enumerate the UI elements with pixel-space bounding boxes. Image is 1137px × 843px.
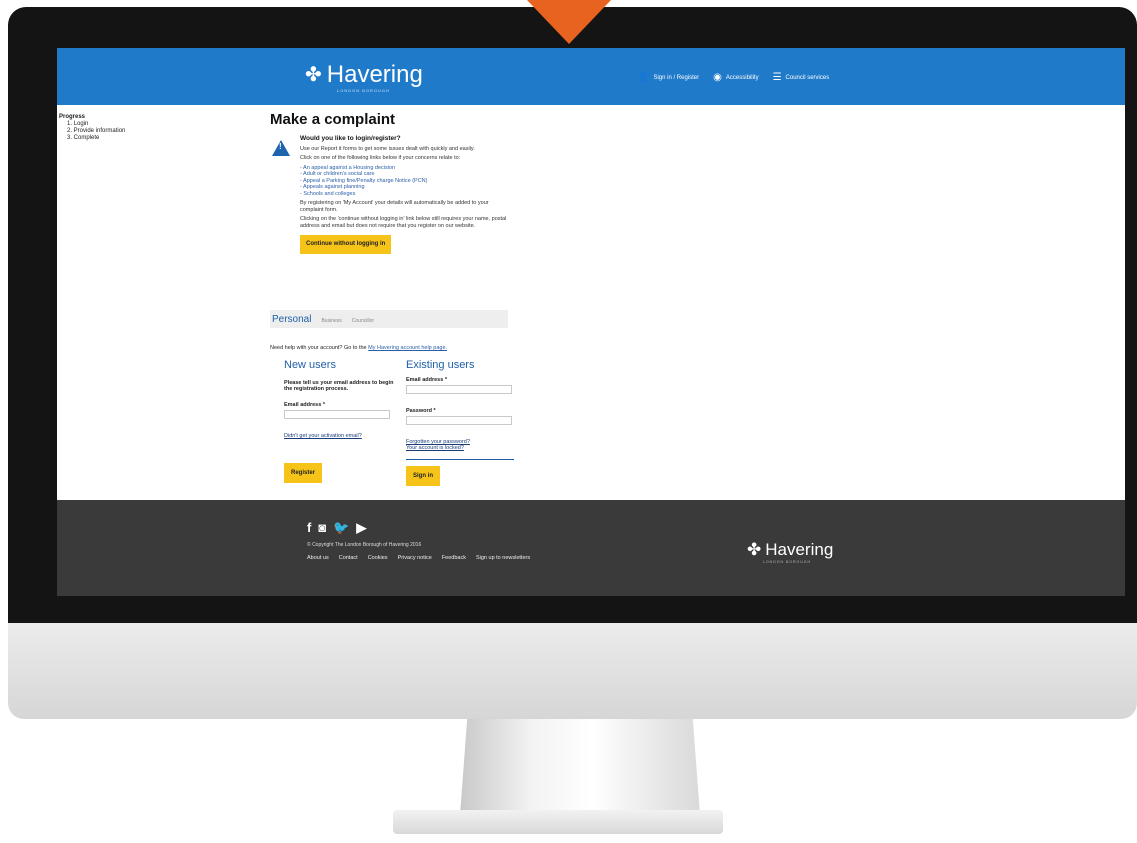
- concern-links: - An appeal against a Housing decision -…: [300, 165, 510, 198]
- account-locked-link[interactable]: Your account is locked?: [406, 445, 514, 451]
- user-icon: 👤: [637, 72, 650, 83]
- crest-icon: ✤: [747, 540, 762, 559]
- help-text: Need help with your account? Go to the: [270, 345, 367, 351]
- footer-logo[interactable]: ✤ Havering: [747, 540, 833, 560]
- activation-email-link[interactable]: Didn't get your activation email?: [284, 433, 394, 439]
- site-header: ✤ Havering LONDON BOROUGH 👤 Sign in / Re…: [57, 48, 1125, 105]
- accessibility-link[interactable]: ◉ Accessibility: [713, 72, 758, 83]
- concern-link[interactable]: - Schools and colleges: [300, 191, 510, 198]
- footer-link-contact[interactable]: Contact: [339, 555, 358, 561]
- nav-label: Accessibility: [725, 74, 759, 81]
- nav-label: Sign in / Register: [653, 74, 700, 81]
- register-email-field[interactable]: [284, 410, 390, 419]
- register-button-wrap: Register: [284, 463, 394, 483]
- email-label: Email address *: [406, 377, 447, 383]
- nav-label: Council services: [785, 74, 830, 81]
- progress-panel: Progress 1. Login 2. Provide information…: [59, 114, 125, 142]
- footer-logo-text: Havering: [765, 540, 834, 559]
- new-users-panel: New users Please tell us your email addr…: [284, 358, 394, 483]
- notice-text: By registering on 'My Account' your deta…: [300, 200, 489, 213]
- menu-icon: ☰: [772, 72, 782, 83]
- page-title: Make a complaint: [270, 111, 396, 128]
- divider: [406, 459, 514, 460]
- apple-logo-icon: [548, 643, 602, 697]
- main-content: Make a complaint ! Would you like to log…: [270, 110, 510, 254]
- crest-icon: ✤: [305, 64, 322, 86]
- login-notice: ! Would you like to login/register? Use …: [270, 135, 510, 254]
- notice-text: Use our Report it forms to get some issu…: [300, 145, 475, 152]
- footer-links: About us Contact Cookies Privacy notice …: [307, 555, 530, 561]
- notice-title: Would you like to login/register?: [300, 135, 401, 142]
- footer-link-feedback[interactable]: Feedback: [442, 555, 466, 561]
- social-icons: f ◙ 🐦 ▶: [307, 520, 366, 536]
- youtube-icon[interactable]: ▶: [356, 520, 366, 536]
- tab-personal[interactable]: Personal: [272, 312, 311, 328]
- email-label: Email address *: [284, 402, 325, 408]
- account-help-link[interactable]: My Havering account help page.: [368, 345, 447, 351]
- password-label: Password *: [406, 408, 436, 414]
- monitor-stand: [460, 719, 700, 815]
- progress-step: 3. Complete: [67, 135, 100, 141]
- password-field[interactable]: [406, 416, 512, 425]
- instagram-icon[interactable]: ◙: [318, 520, 326, 536]
- logo-text: Havering: [326, 61, 423, 88]
- notice-text: Clicking on the 'continue without loggin…: [300, 216, 507, 229]
- footer-link-cookies[interactable]: Cookies: [368, 555, 388, 561]
- new-users-heading: New users: [284, 359, 336, 371]
- footer-link-privacy[interactable]: Privacy notice: [398, 555, 432, 561]
- existing-users-heading: Existing users: [406, 359, 475, 371]
- progress-title: Progress: [59, 114, 86, 120]
- tab-business[interactable]: Business: [321, 314, 341, 328]
- signin-email-field[interactable]: [406, 385, 512, 394]
- signin-button-wrap: Sign in: [406, 466, 514, 486]
- top-pointer-arrow: [527, 0, 611, 44]
- signin-register-link[interactable]: 👤 Sign in / Register: [637, 72, 699, 83]
- header-nav: 👤 Sign in / Register ◉ Accessibility ☰ C…: [637, 72, 829, 83]
- council-services-menu[interactable]: ☰ Council services: [773, 72, 830, 83]
- progress-step: 2. Provide information: [67, 128, 126, 134]
- havering-logo[interactable]: ✤ Havering: [305, 62, 423, 88]
- existing-users-panel: Existing users Email address * Password …: [406, 358, 514, 486]
- twitter-icon[interactable]: 🐦: [333, 520, 349, 536]
- copyright-text: © Copyright The London Borough of Haveri…: [307, 542, 422, 548]
- footer-link-newsletters[interactable]: Sign up to newsletters: [476, 555, 530, 561]
- register-button[interactable]: Register: [284, 463, 323, 483]
- warning-exclamation: !: [279, 142, 282, 151]
- logo-subtitle: LONDON BOROUGH: [337, 88, 390, 93]
- progress-step: 1. Login: [67, 121, 89, 127]
- eye-icon: ◉: [713, 72, 722, 83]
- notice-text: Click on one of the following links belo…: [300, 155, 461, 161]
- help-line: Need help with your account? Go to the M…: [270, 345, 447, 351]
- signin-button[interactable]: Sign in: [406, 466, 440, 486]
- monitor-stand-base: [393, 810, 723, 834]
- screen: ✤ Havering LONDON BOROUGH 👤 Sign in / Re…: [57, 48, 1125, 596]
- continue-without-login-button[interactable]: Continue without logging in: [300, 235, 392, 254]
- footer-logo-subtitle: LONDON BOROUGH: [763, 560, 812, 564]
- new-users-intro: Please tell us your email address to beg…: [284, 380, 394, 392]
- tab-councillor[interactable]: Councillor: [352, 314, 374, 328]
- account-type-tabs: Personal Business Councillor: [270, 310, 508, 328]
- footer-link-about[interactable]: About us: [307, 555, 329, 561]
- site-footer: f ◙ 🐦 ▶ © Copyright The London Borough o…: [57, 500, 1125, 596]
- facebook-icon[interactable]: f: [307, 520, 311, 536]
